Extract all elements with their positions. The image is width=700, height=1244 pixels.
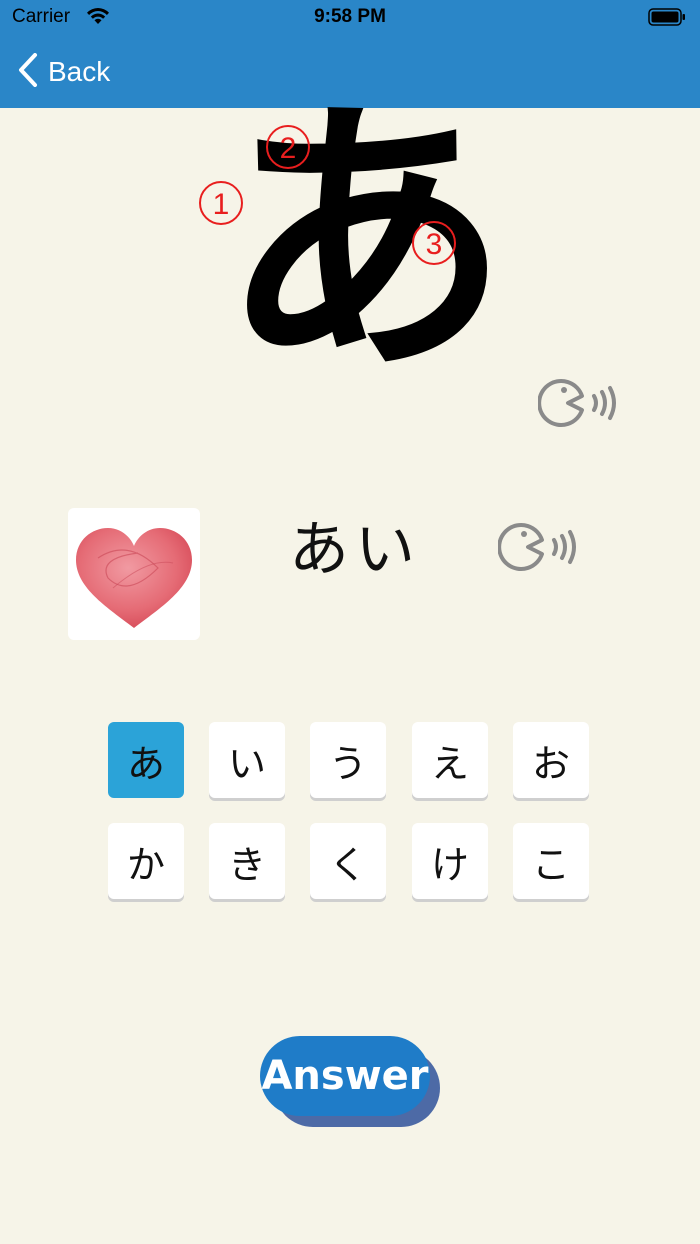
play-word-sound-button[interactable]	[497, 516, 580, 584]
speaker-icon	[497, 523, 576, 571]
chevron-left-icon	[18, 53, 38, 91]
character-display: あ 1 2 3	[190, 98, 510, 438]
status-bar: Carrier 9:58 PM	[0, 0, 700, 36]
heart-picture	[68, 508, 200, 640]
kana-character: あ	[220, 74, 510, 411]
speaker-icon	[537, 379, 616, 427]
kana-key-ke[interactable]: け	[412, 823, 488, 899]
answer-button[interactable]: Answer	[260, 1036, 430, 1116]
play-character-sound-button[interactable]	[537, 372, 620, 440]
kana-key-a[interactable]: あ	[108, 722, 184, 798]
battery-icon	[648, 8, 686, 30]
kana-key-u[interactable]: う	[310, 722, 386, 798]
kana-key-ku[interactable]: く	[310, 823, 386, 899]
stroke-order-3: 3	[412, 221, 456, 265]
back-label: Back	[48, 56, 111, 87]
kana-key-ko[interactable]: こ	[513, 823, 589, 899]
kana-key-ka[interactable]: か	[108, 823, 184, 899]
stroke-order-1: 1	[199, 181, 243, 225]
kana-key-ki[interactable]: き	[209, 823, 285, 899]
kana-key-o[interactable]: お	[513, 722, 589, 798]
stroke-order-2: 2	[266, 125, 310, 169]
kana-key-i[interactable]: い	[209, 722, 285, 798]
status-time: 9:58 PM	[314, 6, 386, 27]
back-button[interactable]: Back	[18, 52, 110, 92]
vocabulary-word: あい	[289, 515, 421, 585]
kana-key-e[interactable]: え	[412, 722, 488, 798]
